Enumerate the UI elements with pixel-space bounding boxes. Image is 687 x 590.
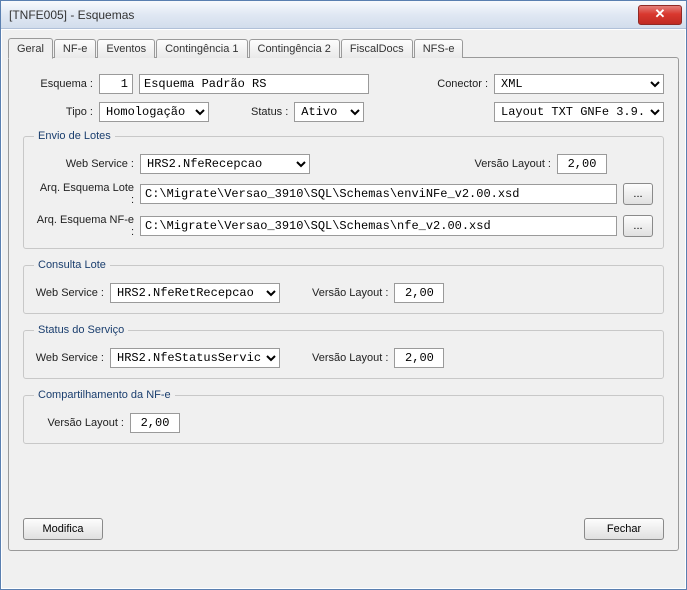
- tab-geral[interactable]: Geral: [8, 38, 53, 59]
- titlebar: [TNFE005] - Esquemas ✕: [1, 1, 686, 29]
- tabstrip: Geral NF-e Eventos Contingência 1 Contin…: [8, 36, 679, 58]
- tab-contingencia-1[interactable]: Contingência 1: [156, 39, 247, 58]
- close-button[interactable]: ✕: [638, 5, 682, 25]
- fechar-button[interactable]: Fechar: [584, 518, 664, 540]
- servico-versao-field[interactable]: [394, 348, 444, 368]
- tab-eventos[interactable]: Eventos: [97, 39, 155, 58]
- consulta-versao-label: Versão Layout :: [312, 287, 388, 299]
- envio-versao-label: Versão Layout :: [475, 158, 551, 170]
- envio-versao-field[interactable]: [557, 154, 607, 174]
- group-compartilhamento: Compartilhamento da NF-e Versão Layout :: [23, 389, 664, 444]
- group-envio-lotes: Envio de Lotes Web Service : HRS2.NfeRec…: [23, 130, 664, 249]
- modifica-button[interactable]: Modifica: [23, 518, 103, 540]
- servico-ws-select[interactable]: HRS2.NfeStatusServico: [110, 348, 280, 368]
- group-envio-legend: Envio de Lotes: [34, 130, 115, 142]
- group-consulta-legend: Consulta Lote: [34, 259, 110, 271]
- arq-nfe-browse-button[interactable]: ...: [623, 215, 653, 237]
- window-title: [TNFE005] - Esquemas: [9, 8, 638, 22]
- arq-lote-browse-button[interactable]: ...: [623, 183, 653, 205]
- window: [TNFE005] - Esquemas ✕ Geral NF-e Evento…: [0, 0, 687, 590]
- tab-nfse[interactable]: NFS-e: [414, 39, 464, 58]
- conector-label: Conector :: [437, 78, 488, 90]
- tab-fiscaldocs[interactable]: FiscalDocs: [341, 39, 413, 58]
- esquema-label: Esquema :: [23, 78, 93, 90]
- compart-versao-label: Versão Layout :: [34, 417, 124, 429]
- tipo-select[interactable]: Homologação: [99, 102, 209, 122]
- compart-versao-field[interactable]: [130, 413, 180, 433]
- group-status-servico: Status do Serviço Web Service : HRS2.Nfe…: [23, 324, 664, 379]
- esquema-nome-field[interactable]: [139, 74, 369, 94]
- tab-nfe[interactable]: NF-e: [54, 39, 96, 58]
- envio-ws-label: Web Service :: [34, 158, 134, 170]
- conector-select[interactable]: XML: [494, 74, 664, 94]
- esquema-id-field[interactable]: [99, 74, 133, 94]
- tipo-label: Tipo :: [23, 106, 93, 118]
- envio-ws-select[interactable]: HRS2.NfeRecepcao: [140, 154, 310, 174]
- tab-panel-geral: Esquema : Conector : XML Tipo : Homologa…: [8, 57, 679, 551]
- arq-lote-field[interactable]: [140, 184, 617, 204]
- status-select[interactable]: Ativo: [294, 102, 364, 122]
- group-compart-legend: Compartilhamento da NF-e: [34, 389, 175, 401]
- arq-nfe-label: Arq. Esquema NF-e :: [34, 214, 134, 238]
- group-consulta-lote: Consulta Lote Web Service : HRS2.NfeRetR…: [23, 259, 664, 314]
- consulta-ws-label: Web Service :: [34, 287, 104, 299]
- arq-nfe-field[interactable]: [140, 216, 617, 236]
- consulta-ws-select[interactable]: HRS2.NfeRetRecepcao: [110, 283, 280, 303]
- status-label: Status :: [251, 106, 288, 118]
- group-servico-legend: Status do Serviço: [34, 324, 128, 336]
- consulta-versao-field[interactable]: [394, 283, 444, 303]
- arq-lote-label: Arq. Esquema Lote :: [34, 182, 134, 206]
- servico-versao-label: Versão Layout :: [312, 352, 388, 364]
- bottom-button-bar: Modifica Fechar: [23, 518, 664, 540]
- tab-contingencia-2[interactable]: Contingência 2: [249, 39, 340, 58]
- servico-ws-label: Web Service :: [34, 352, 104, 364]
- layout-txt-select[interactable]: Layout TXT GNFe 3.9.1: [494, 102, 664, 122]
- client-area: Geral NF-e Eventos Contingência 1 Contin…: [1, 29, 686, 589]
